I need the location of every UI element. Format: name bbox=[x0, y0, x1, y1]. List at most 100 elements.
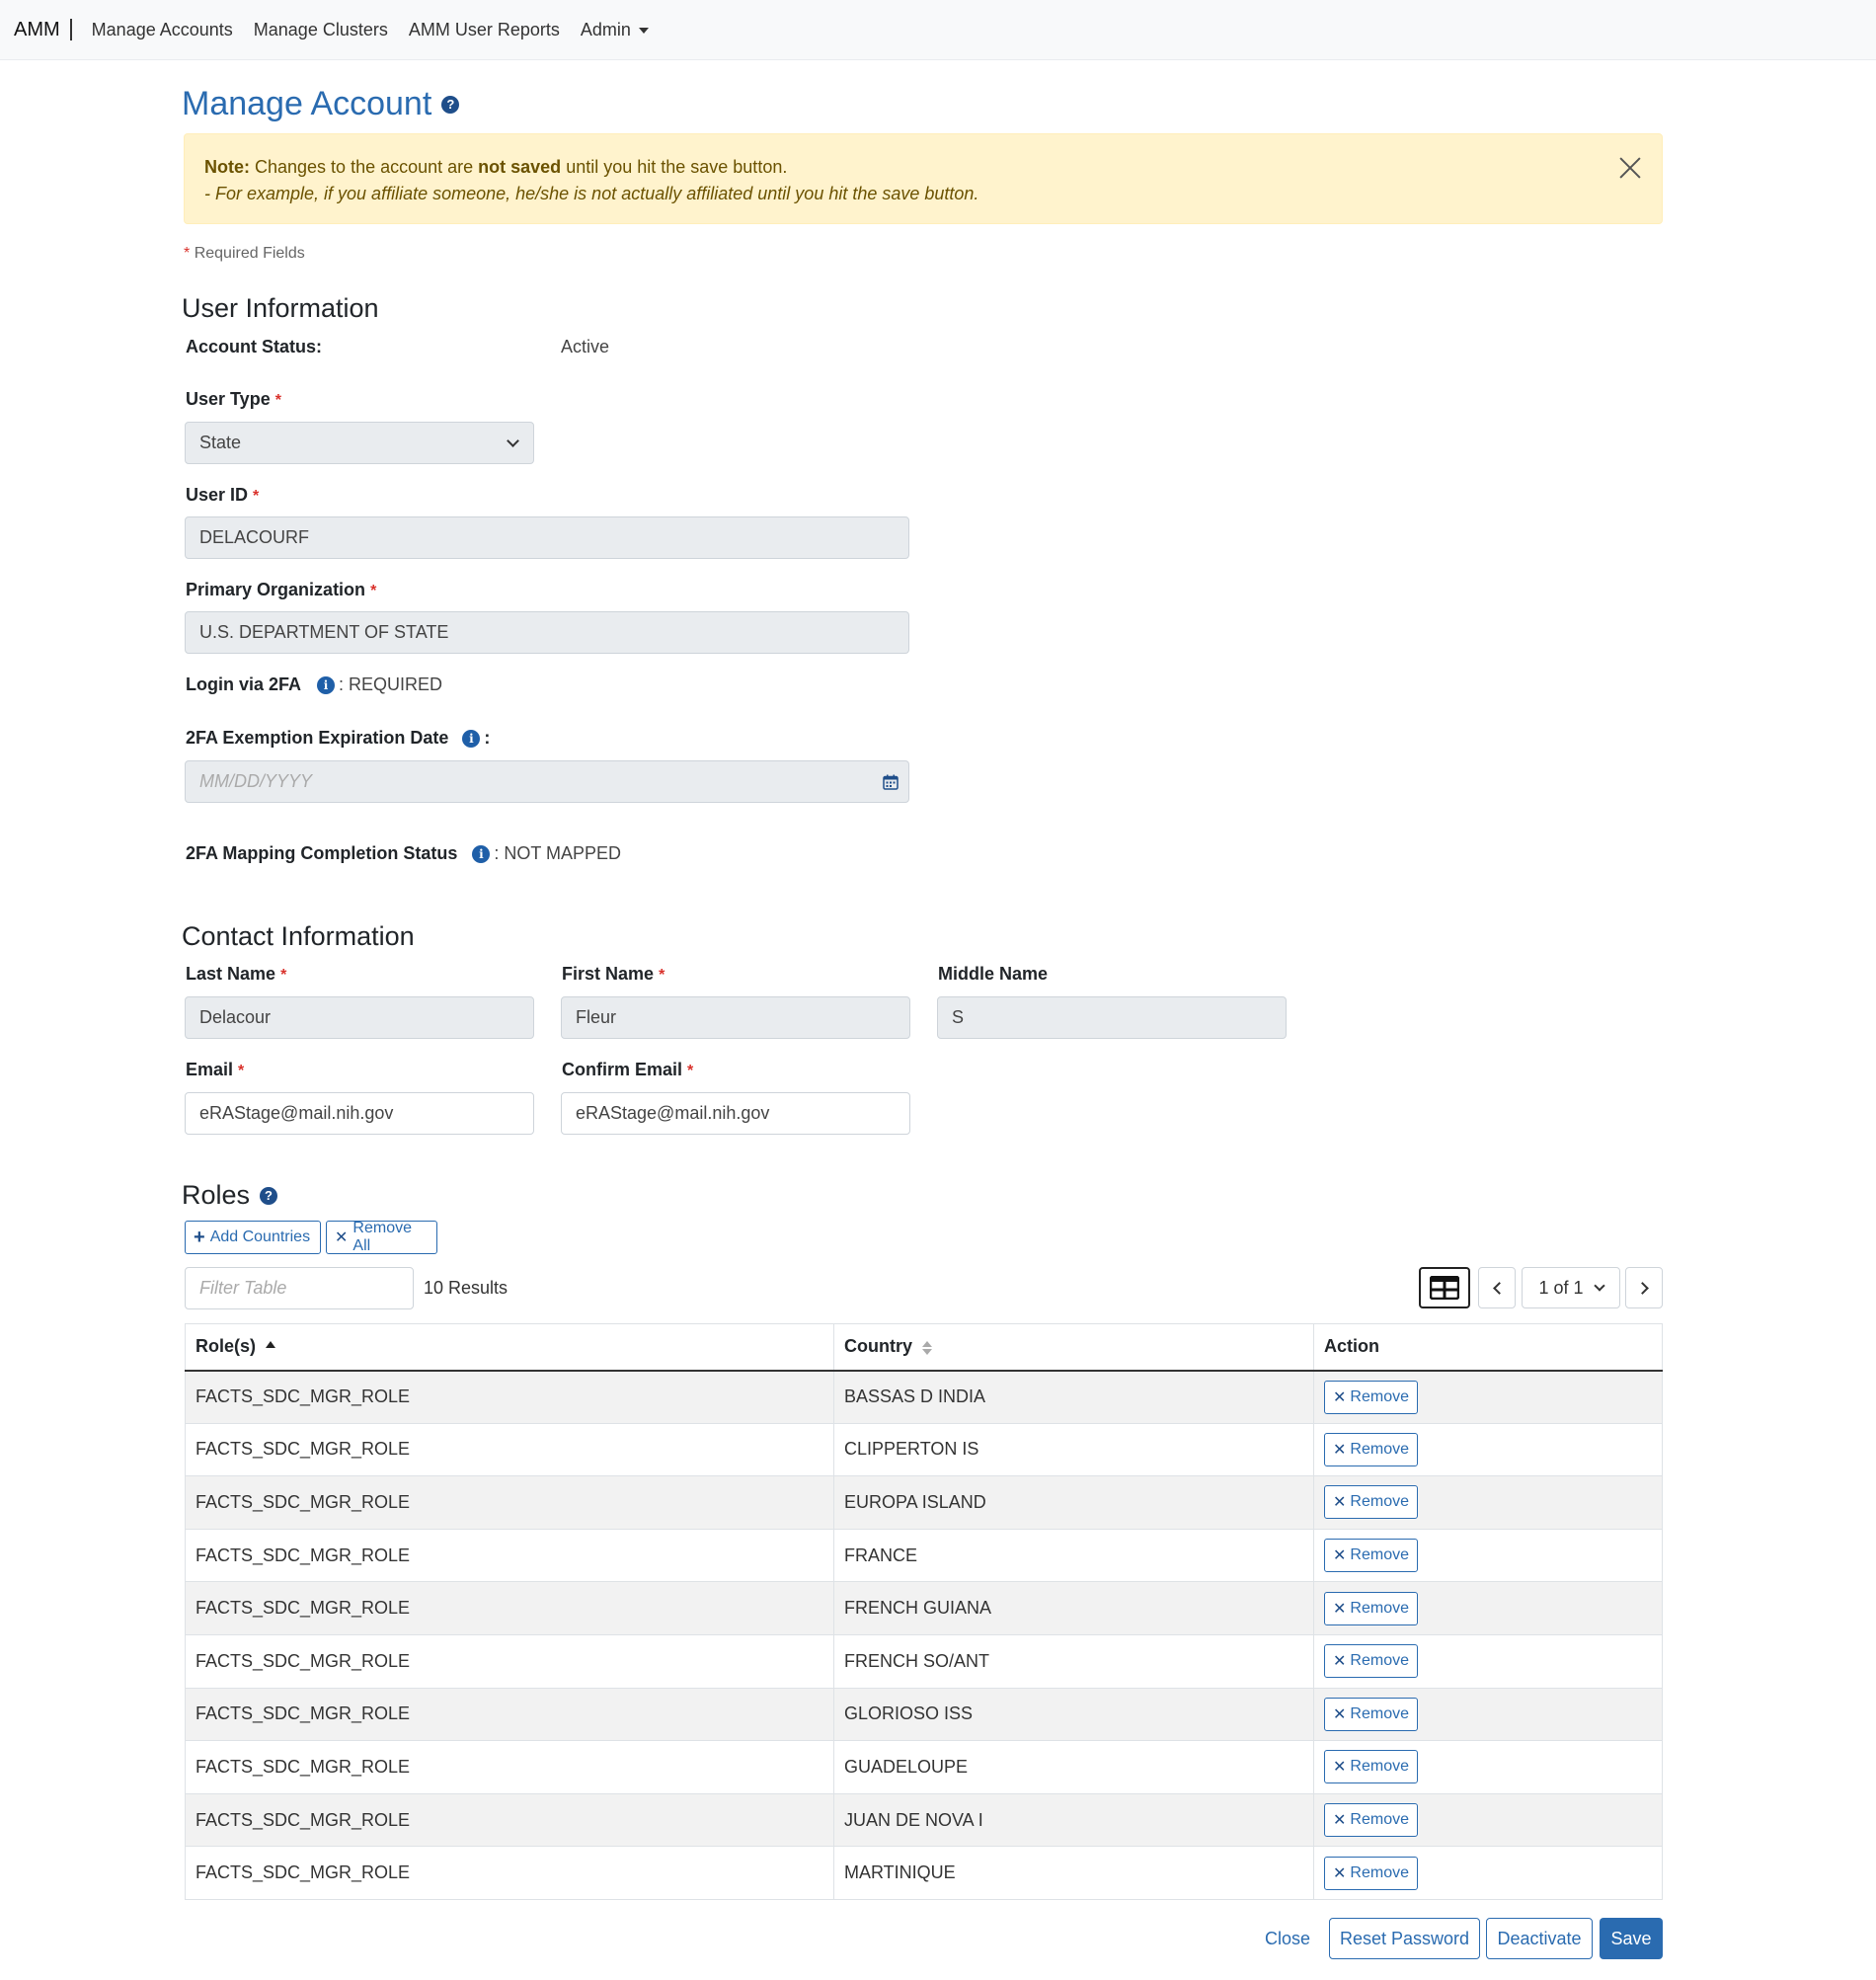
column-header-roles-label: Role(s) bbox=[195, 1336, 257, 1357]
primary-organization-field[interactable]: U.S. DEPARTMENT OF STATE bbox=[185, 611, 909, 654]
remove-all-label: Remove All bbox=[352, 1220, 412, 1254]
caret-down-icon bbox=[638, 27, 649, 34]
first-name-label-text: First Name bbox=[562, 964, 655, 984]
user-type-select[interactable]: State bbox=[185, 422, 534, 464]
nav-admin-dropdown[interactable]: Admin bbox=[581, 20, 649, 40]
table-row: FACTS_SDC_MGR_ROLE JUAN DE NOVA I ✕ Remove bbox=[185, 1792, 1663, 1848]
table-row: FACTS_SDC_MGR_ROLE GUADELOUPE ✕ Remove bbox=[185, 1740, 1663, 1794]
email-field[interactable]: eRAStage@mail.nih.gov bbox=[185, 1092, 534, 1135]
x-icon: ✕ bbox=[1333, 1388, 1347, 1406]
exemption-date-input[interactable]: MM/DD/YYYY bbox=[185, 760, 909, 803]
action-cell: ✕ Remove bbox=[1313, 1581, 1663, 1635]
add-countries-label: Add Countries bbox=[209, 1228, 311, 1245]
user-id-field[interactable]: DELACOURF bbox=[185, 516, 909, 559]
x-icon: ✕ bbox=[1333, 1864, 1347, 1882]
column-header-country[interactable]: Country bbox=[833, 1323, 1314, 1372]
roles-table: Role(s) Country Action FACTS_SDC_MGR_ROL… bbox=[185, 1323, 1663, 1900]
x-icon: ✕ bbox=[1333, 1600, 1347, 1618]
remove-all-button[interactable]: ✕ Remove All bbox=[326, 1220, 437, 1254]
country-cell: GUADELOUPE bbox=[833, 1740, 1314, 1794]
action-cell: ✕ Remove bbox=[1313, 1422, 1663, 1477]
confirm-email-label: Confirm Email * bbox=[562, 1060, 693, 1080]
next-page-button[interactable] bbox=[1625, 1267, 1663, 1308]
remove-button[interactable]: ✕ Remove bbox=[1324, 1432, 1418, 1466]
info-icon[interactable]: i bbox=[317, 675, 336, 694]
confirm-email-value: eRAStage@mail.nih.gov bbox=[576, 1103, 770, 1123]
alert-note-label: Note: bbox=[204, 157, 250, 177]
remove-label: Remove bbox=[1350, 1440, 1409, 1458]
user-information-heading: User Information bbox=[182, 293, 379, 323]
filter-table-input[interactable]: Filter Table bbox=[185, 1267, 414, 1309]
required-star-icon: * bbox=[280, 967, 287, 984]
page-select[interactable]: 1 of 1 bbox=[1522, 1267, 1620, 1308]
remove-label: Remove bbox=[1350, 1387, 1409, 1405]
remove-button[interactable]: ✕ Remove bbox=[1324, 1803, 1418, 1838]
remove-button[interactable]: ✕ Remove bbox=[1324, 1539, 1418, 1573]
last-name-field[interactable]: Delacour bbox=[185, 996, 534, 1039]
info-icon[interactable]: i bbox=[472, 844, 491, 863]
role-cell: FACTS_SDC_MGR_ROLE bbox=[185, 1475, 834, 1530]
exemption-label-row: 2FA Exemption Expiration Date i : bbox=[186, 728, 490, 749]
user-type-selected: State bbox=[199, 433, 242, 452]
reset-password-button[interactable]: Reset Password bbox=[1329, 1918, 1480, 1959]
remove-label: Remove bbox=[1350, 1599, 1409, 1617]
nav-manage-clusters[interactable]: Manage Clusters bbox=[254, 20, 388, 40]
country-cell: BASSAS D INDIA bbox=[833, 1370, 1314, 1424]
middle-name-field[interactable]: S bbox=[937, 996, 1287, 1039]
remove-button[interactable]: ✕ Remove bbox=[1324, 1591, 1418, 1625]
middle-name-label: Middle Name bbox=[938, 964, 1049, 984]
calendar-icon[interactable] bbox=[883, 774, 899, 790]
remove-button[interactable]: ✕ Remove bbox=[1324, 1697, 1418, 1731]
remove-label: Remove bbox=[1350, 1811, 1409, 1829]
alert-line-1: Note: Changes to the account are not sav… bbox=[204, 154, 1642, 181]
required-star-icon: * bbox=[238, 1063, 245, 1079]
close-icon[interactable] bbox=[1616, 154, 1644, 182]
info-icon[interactable]: i bbox=[462, 729, 481, 748]
remove-button[interactable]: ✕ Remove bbox=[1324, 1380, 1418, 1414]
table-header-row: Role(s) Country Action bbox=[185, 1323, 1663, 1372]
sort-ascending-icon bbox=[266, 1341, 276, 1349]
mapping-status-label: 2FA Mapping Completion Status bbox=[186, 843, 458, 863]
required-star-icon: * bbox=[659, 967, 665, 984]
last-name-value: Delacour bbox=[199, 1007, 272, 1027]
table-row: FACTS_SDC_MGR_ROLE MARTINIQUE ✕ Remove bbox=[185, 1846, 1663, 1900]
remove-button[interactable]: ✕ Remove bbox=[1324, 1856, 1418, 1890]
column-toggle-button[interactable] bbox=[1419, 1267, 1470, 1308]
email-label: Email * bbox=[186, 1060, 244, 1080]
previous-page-button[interactable] bbox=[1478, 1267, 1516, 1308]
contact-information-heading: Contact Information bbox=[182, 921, 415, 951]
column-header-roles[interactable]: Role(s) bbox=[185, 1323, 834, 1372]
add-countries-button[interactable]: + Add Countries bbox=[185, 1221, 321, 1254]
confirm-email-label-text: Confirm Email bbox=[562, 1060, 683, 1079]
save-button[interactable]: Save bbox=[1600, 1918, 1663, 1959]
brand-logo[interactable]: AMM bbox=[14, 19, 72, 40]
confirm-email-field[interactable]: eRAStage@mail.nih.gov bbox=[561, 1092, 910, 1135]
user-id-value: DELACOURF bbox=[199, 527, 310, 547]
page-indicator: 1 of 1 bbox=[1538, 1277, 1584, 1298]
remove-button[interactable]: ✕ Remove bbox=[1324, 1750, 1418, 1784]
nav-admin-label: Admin bbox=[580, 19, 631, 40]
remove-label: Remove bbox=[1350, 1652, 1409, 1670]
help-icon[interactable]: ? bbox=[441, 95, 460, 114]
required-fields-text: Required Fields bbox=[194, 245, 305, 262]
top-navbar: AMM Manage Accounts Manage Clusters AMM … bbox=[0, 0, 1876, 60]
x-icon: ✕ bbox=[335, 1229, 349, 1246]
remove-button[interactable]: ✕ Remove bbox=[1324, 1644, 1418, 1679]
chevron-down-icon bbox=[1593, 1280, 1605, 1292]
first-name-field[interactable]: Fleur bbox=[561, 996, 910, 1039]
remove-button[interactable]: ✕ Remove bbox=[1324, 1485, 1418, 1520]
required-star-icon: * bbox=[184, 245, 191, 262]
help-icon[interactable]: ? bbox=[260, 1186, 278, 1205]
nav-manage-accounts[interactable]: Manage Accounts bbox=[92, 20, 233, 40]
close-button[interactable]: Close bbox=[1256, 1918, 1319, 1959]
nav-amm-user-reports[interactable]: AMM User Reports bbox=[409, 20, 560, 40]
alert-text-bold: not saved bbox=[478, 157, 562, 177]
deactivate-button[interactable]: Deactivate bbox=[1486, 1918, 1593, 1959]
role-cell: FACTS_SDC_MGR_ROLE bbox=[185, 1422, 834, 1477]
remove-label: Remove bbox=[1350, 1546, 1409, 1564]
first-name-label: First Name * bbox=[562, 964, 664, 985]
x-icon: ✕ bbox=[1333, 1441, 1347, 1459]
country-cell: JUAN DE NOVA I bbox=[833, 1792, 1314, 1848]
roles-heading: Roles ? bbox=[182, 1180, 278, 1211]
role-cell: FACTS_SDC_MGR_ROLE bbox=[185, 1792, 834, 1848]
